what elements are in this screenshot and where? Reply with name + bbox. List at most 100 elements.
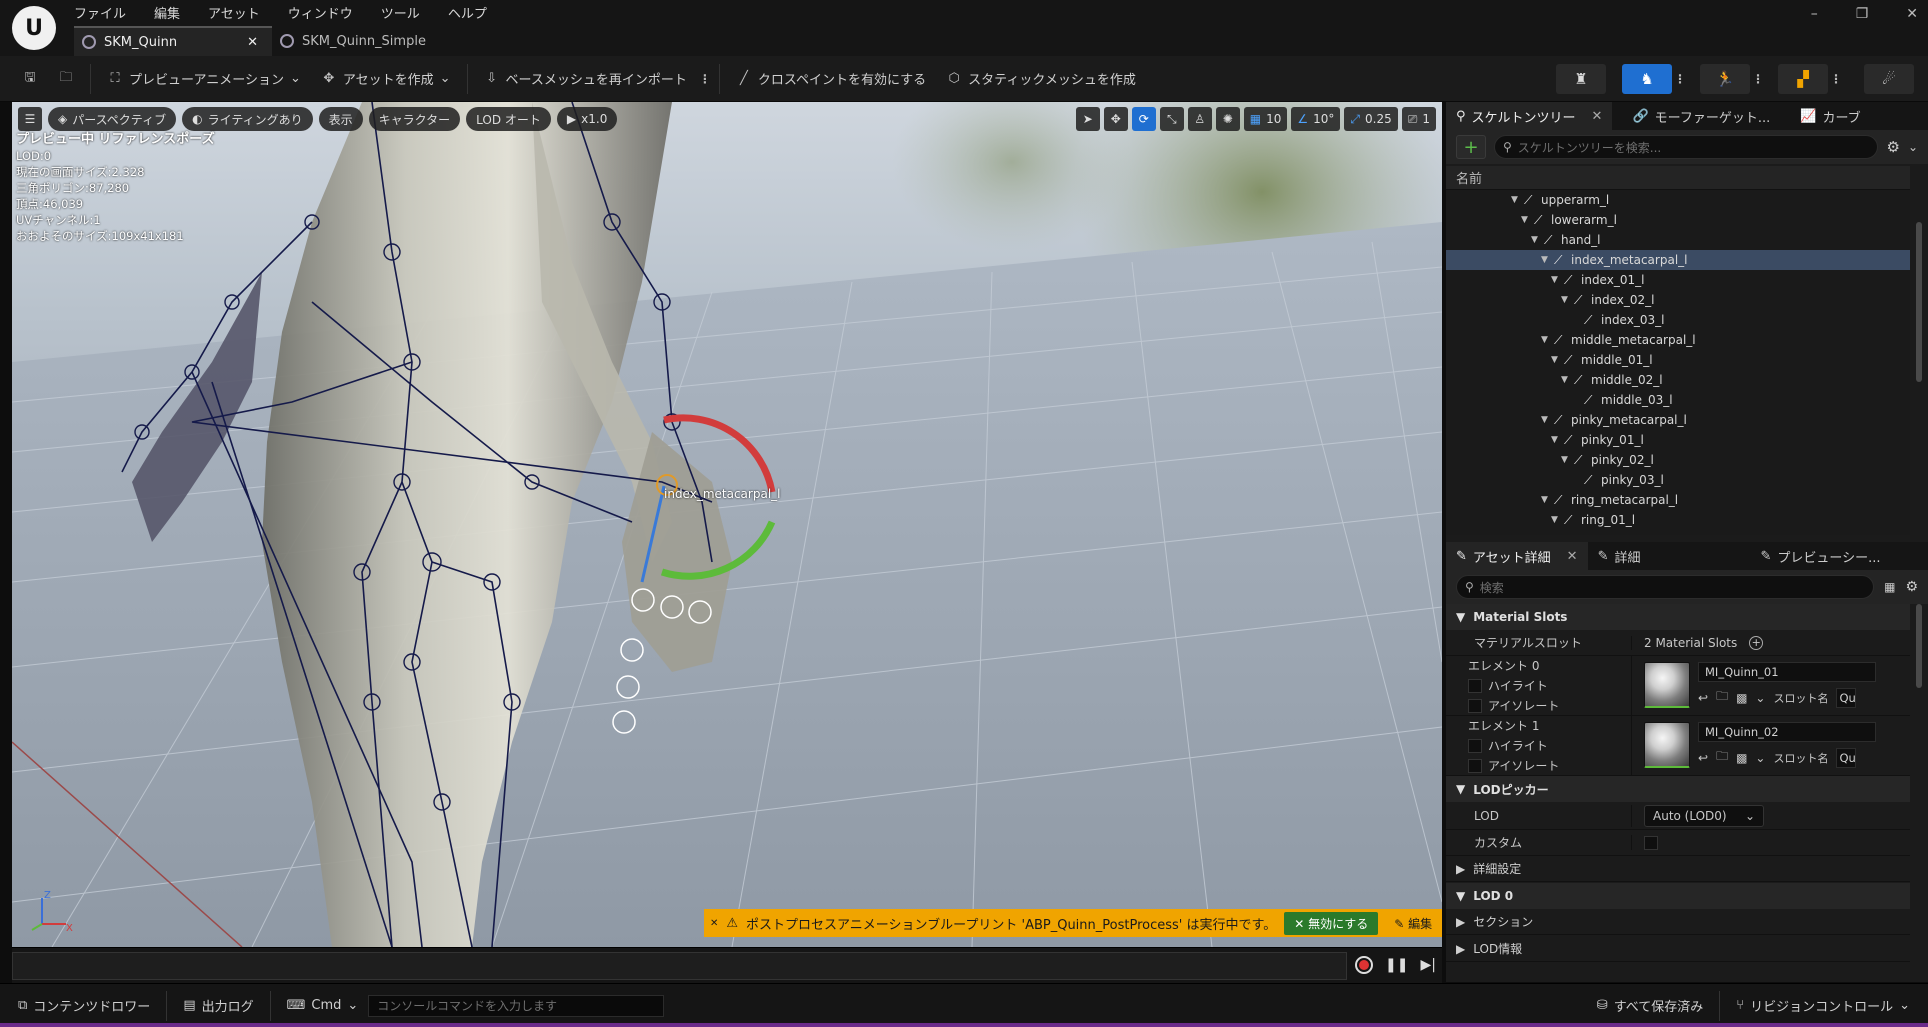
details-search-input[interactable]: ⚲ 検索 (1456, 575, 1875, 599)
animation-mode-options-dots-icon[interactable]: ⋮ (1750, 72, 1766, 86)
enable-cloth-paint-button[interactable]: ╱ クロスペイントを有効にする (726, 63, 936, 95)
viewport-menu-icon[interactable]: ☰ (18, 107, 42, 131)
skeleton-tree-scrollbar[interactable] (1916, 222, 1922, 382)
character-button[interactable]: キャラクター (368, 107, 461, 131)
tab-skm-quinn[interactable]: SKM_Quinn ✕ (74, 26, 272, 56)
section-lod-info[interactable]: ▶ LOD情報 (1446, 936, 1910, 962)
close-icon[interactable]: ✕ (1592, 109, 1603, 124)
pause-button[interactable]: ❚❚ (1385, 957, 1408, 973)
blueprint-mode-options-dots-icon[interactable]: ⋮ (1828, 72, 1844, 86)
close-button[interactable]: ✕ (1906, 6, 1918, 22)
play-speed-button[interactable]: ▶ x1.0 (556, 107, 618, 131)
section-material-slots[interactable]: ▼ Material Slots (1446, 604, 1910, 630)
save-button[interactable]: 🖫 (0, 63, 48, 95)
settings-gear-icon[interactable]: ⚙ (1886, 138, 1899, 156)
lighting-button[interactable]: ◐ ライティングあり (182, 107, 313, 131)
tab-skeleton-tree[interactable]: ⚲ スケルトンツリー ✕ (1446, 102, 1613, 130)
scale-snap-button[interactable]: ⤢ 0.25 (1344, 107, 1398, 131)
menu-tools[interactable]: ツール (381, 3, 420, 22)
menu-asset[interactable]: アセット (208, 3, 260, 22)
slot-name-field[interactable]: Qu (1836, 687, 1857, 708)
preview-viewport[interactable]: ☰ ◈ パースペクティブ ◐ ライティングあり 表示 キャラクター LOD オート … (12, 102, 1442, 947)
details-scrollbar[interactable] (1916, 604, 1922, 688)
blueprint-mode-button[interactable]: ▞ (1778, 63, 1828, 94)
tree-row[interactable]: ▼ ⟋ index_metacarpal_l (1446, 250, 1910, 270)
edit-button[interactable]: ✎ 編集 (1394, 915, 1432, 932)
record-button[interactable] (1355, 956, 1374, 974)
cmd-dropdown[interactable]: ⌨ Cmd ⌄ (277, 993, 369, 1019)
tree-row[interactable]: ▼ ⟋ index_01_l (1446, 270, 1910, 290)
expand-arrow-icon[interactable]: ▼ (1551, 275, 1561, 285)
tree-row[interactable]: ▼ ⟋ middle_metacarpal_l (1446, 330, 1910, 350)
menu-window[interactable]: ウィンドウ (288, 3, 353, 22)
expand-arrow-icon[interactable]: ▼ (1541, 255, 1551, 265)
translate-tool-icon[interactable]: ✥ (1103, 107, 1128, 131)
material-name-field[interactable]: MI_Quinn_01 (1698, 662, 1876, 682)
material-options-icon[interactable]: ▩ (1736, 691, 1747, 705)
grid-snap-button[interactable]: ▦ 10 (1243, 107, 1288, 131)
slot-name-field[interactable]: Qu (1836, 747, 1857, 768)
expand-arrow-icon[interactable]: ▼ (1551, 515, 1561, 525)
tree-row[interactable]: ⟋ pinky_03_l (1446, 470, 1910, 490)
tab-morph-targets[interactable]: 🔗 モーファーゲット... (1622, 102, 1780, 130)
tree-row[interactable]: ▼ ⟋ index_02_l (1446, 290, 1910, 310)
animation-mode-button[interactable]: 🏃 (1700, 63, 1750, 94)
custom-checkbox[interactable] (1644, 835, 1658, 850)
highlight-checkbox[interactable] (1468, 739, 1482, 753)
create-static-mesh-button[interactable]: ⬡ スタティックメッシュを作成 (936, 63, 1146, 95)
bone-select-icon[interactable]: ♙ (1187, 107, 1212, 131)
section-sections[interactable]: ▶ セクション (1446, 909, 1910, 935)
tree-row[interactable]: ▼ ⟋ lowerarm_l (1446, 210, 1910, 230)
expand-arrow-icon[interactable]: ▼ (1561, 455, 1571, 465)
tree-row[interactable]: ⟋ middle_03_l (1446, 390, 1910, 410)
dismiss-warning-icon[interactable]: ✕ (710, 918, 718, 929)
material-options-icon[interactable]: ▩ (1736, 751, 1747, 765)
physics-mode-button[interactable]: ☄ (1864, 63, 1914, 94)
browse-folder-icon[interactable]: 🗀 (1716, 747, 1728, 768)
tree-row[interactable]: ▼ ⟋ pinky_01_l (1446, 430, 1910, 450)
section-lod0[interactable]: ▼ LOD 0 (1446, 883, 1910, 909)
expand-arrow-icon[interactable]: ▼ (1541, 495, 1551, 505)
table-view-icon[interactable]: ▦ (1884, 580, 1895, 594)
expand-arrow-icon[interactable]: ▼ (1511, 195, 1521, 205)
scale-tool-icon[interactable]: ⤡ (1159, 107, 1184, 131)
expand-arrow-icon[interactable]: ▼ (1551, 435, 1561, 445)
expand-arrow-icon[interactable]: ▼ (1561, 375, 1571, 385)
tree-row[interactable]: ▼ ⟋ pinky_02_l (1446, 450, 1910, 470)
reimport-options-dots-icon[interactable]: ⋮ (697, 72, 713, 86)
isolate-checkbox[interactable] (1468, 759, 1482, 773)
settings-gear-icon[interactable]: ⚙ (1905, 579, 1918, 595)
use-selected-icon[interactable]: ↩ (1698, 691, 1708, 705)
add-slot-icon[interactable]: + (1749, 635, 1764, 650)
tab-close-icon[interactable]: ✕ (247, 35, 258, 50)
expand-arrow-icon[interactable]: ▼ (1541, 415, 1551, 425)
console-input[interactable]: コンソールコマンドを入力します (368, 994, 665, 1017)
isolate-checkbox[interactable] (1468, 699, 1482, 713)
expand-arrow-icon[interactable]: ▼ (1541, 335, 1551, 345)
rotate-tool-icon[interactable]: ⟳ (1131, 107, 1156, 131)
unreal-logo-icon[interactable]: U (12, 6, 56, 50)
expand-arrow-icon[interactable]: ▼ (1521, 215, 1531, 225)
tab-asset-details[interactable]: ✎ アセット詳細 ✕ (1446, 542, 1588, 570)
tree-row[interactable]: ▼ ⟋ ring_01_l (1446, 510, 1910, 530)
tree-row[interactable]: ⟋ index_03_l (1446, 310, 1910, 330)
skeleton-mode-button[interactable]: ♜ (1556, 63, 1606, 94)
select-tool-icon[interactable]: ➤ (1075, 107, 1100, 131)
perspective-button[interactable]: ◈ パースペクティブ (48, 107, 177, 131)
play-forward-button[interactable]: ▶| (1421, 957, 1436, 973)
material-thumbnail[interactable] (1644, 722, 1690, 768)
create-asset-button[interactable]: ✥ アセットを作成 ⌄ (311, 63, 461, 95)
tab-curves[interactable]: 📈 カーブ (1790, 102, 1870, 130)
mesh-mode-button[interactable]: ♞ (1622, 63, 1672, 94)
camera-speed-button[interactable]: ⎚ 1 (1401, 107, 1436, 131)
skeleton-search-input[interactable]: ⚲ スケルトンツリーを検索... (1494, 135, 1879, 159)
expand-arrow-icon[interactable]: ▼ (1531, 235, 1541, 245)
tab-details[interactable]: ✎ 詳細 (1588, 542, 1651, 570)
expand-arrow-icon[interactable]: ▼ (1561, 295, 1571, 305)
angle-snap-button[interactable]: ∠ 10° (1291, 107, 1341, 131)
tree-row[interactable]: ▼ ⟋ pinky_metacarpal_l (1446, 410, 1910, 430)
add-socket-button[interactable]: + (1456, 135, 1486, 159)
minimize-button[interactable]: – (1811, 6, 1818, 22)
menu-edit[interactable]: 編集 (154, 3, 180, 22)
tree-row[interactable]: ▼ ⟋ ring_metacarpal_l (1446, 490, 1910, 510)
